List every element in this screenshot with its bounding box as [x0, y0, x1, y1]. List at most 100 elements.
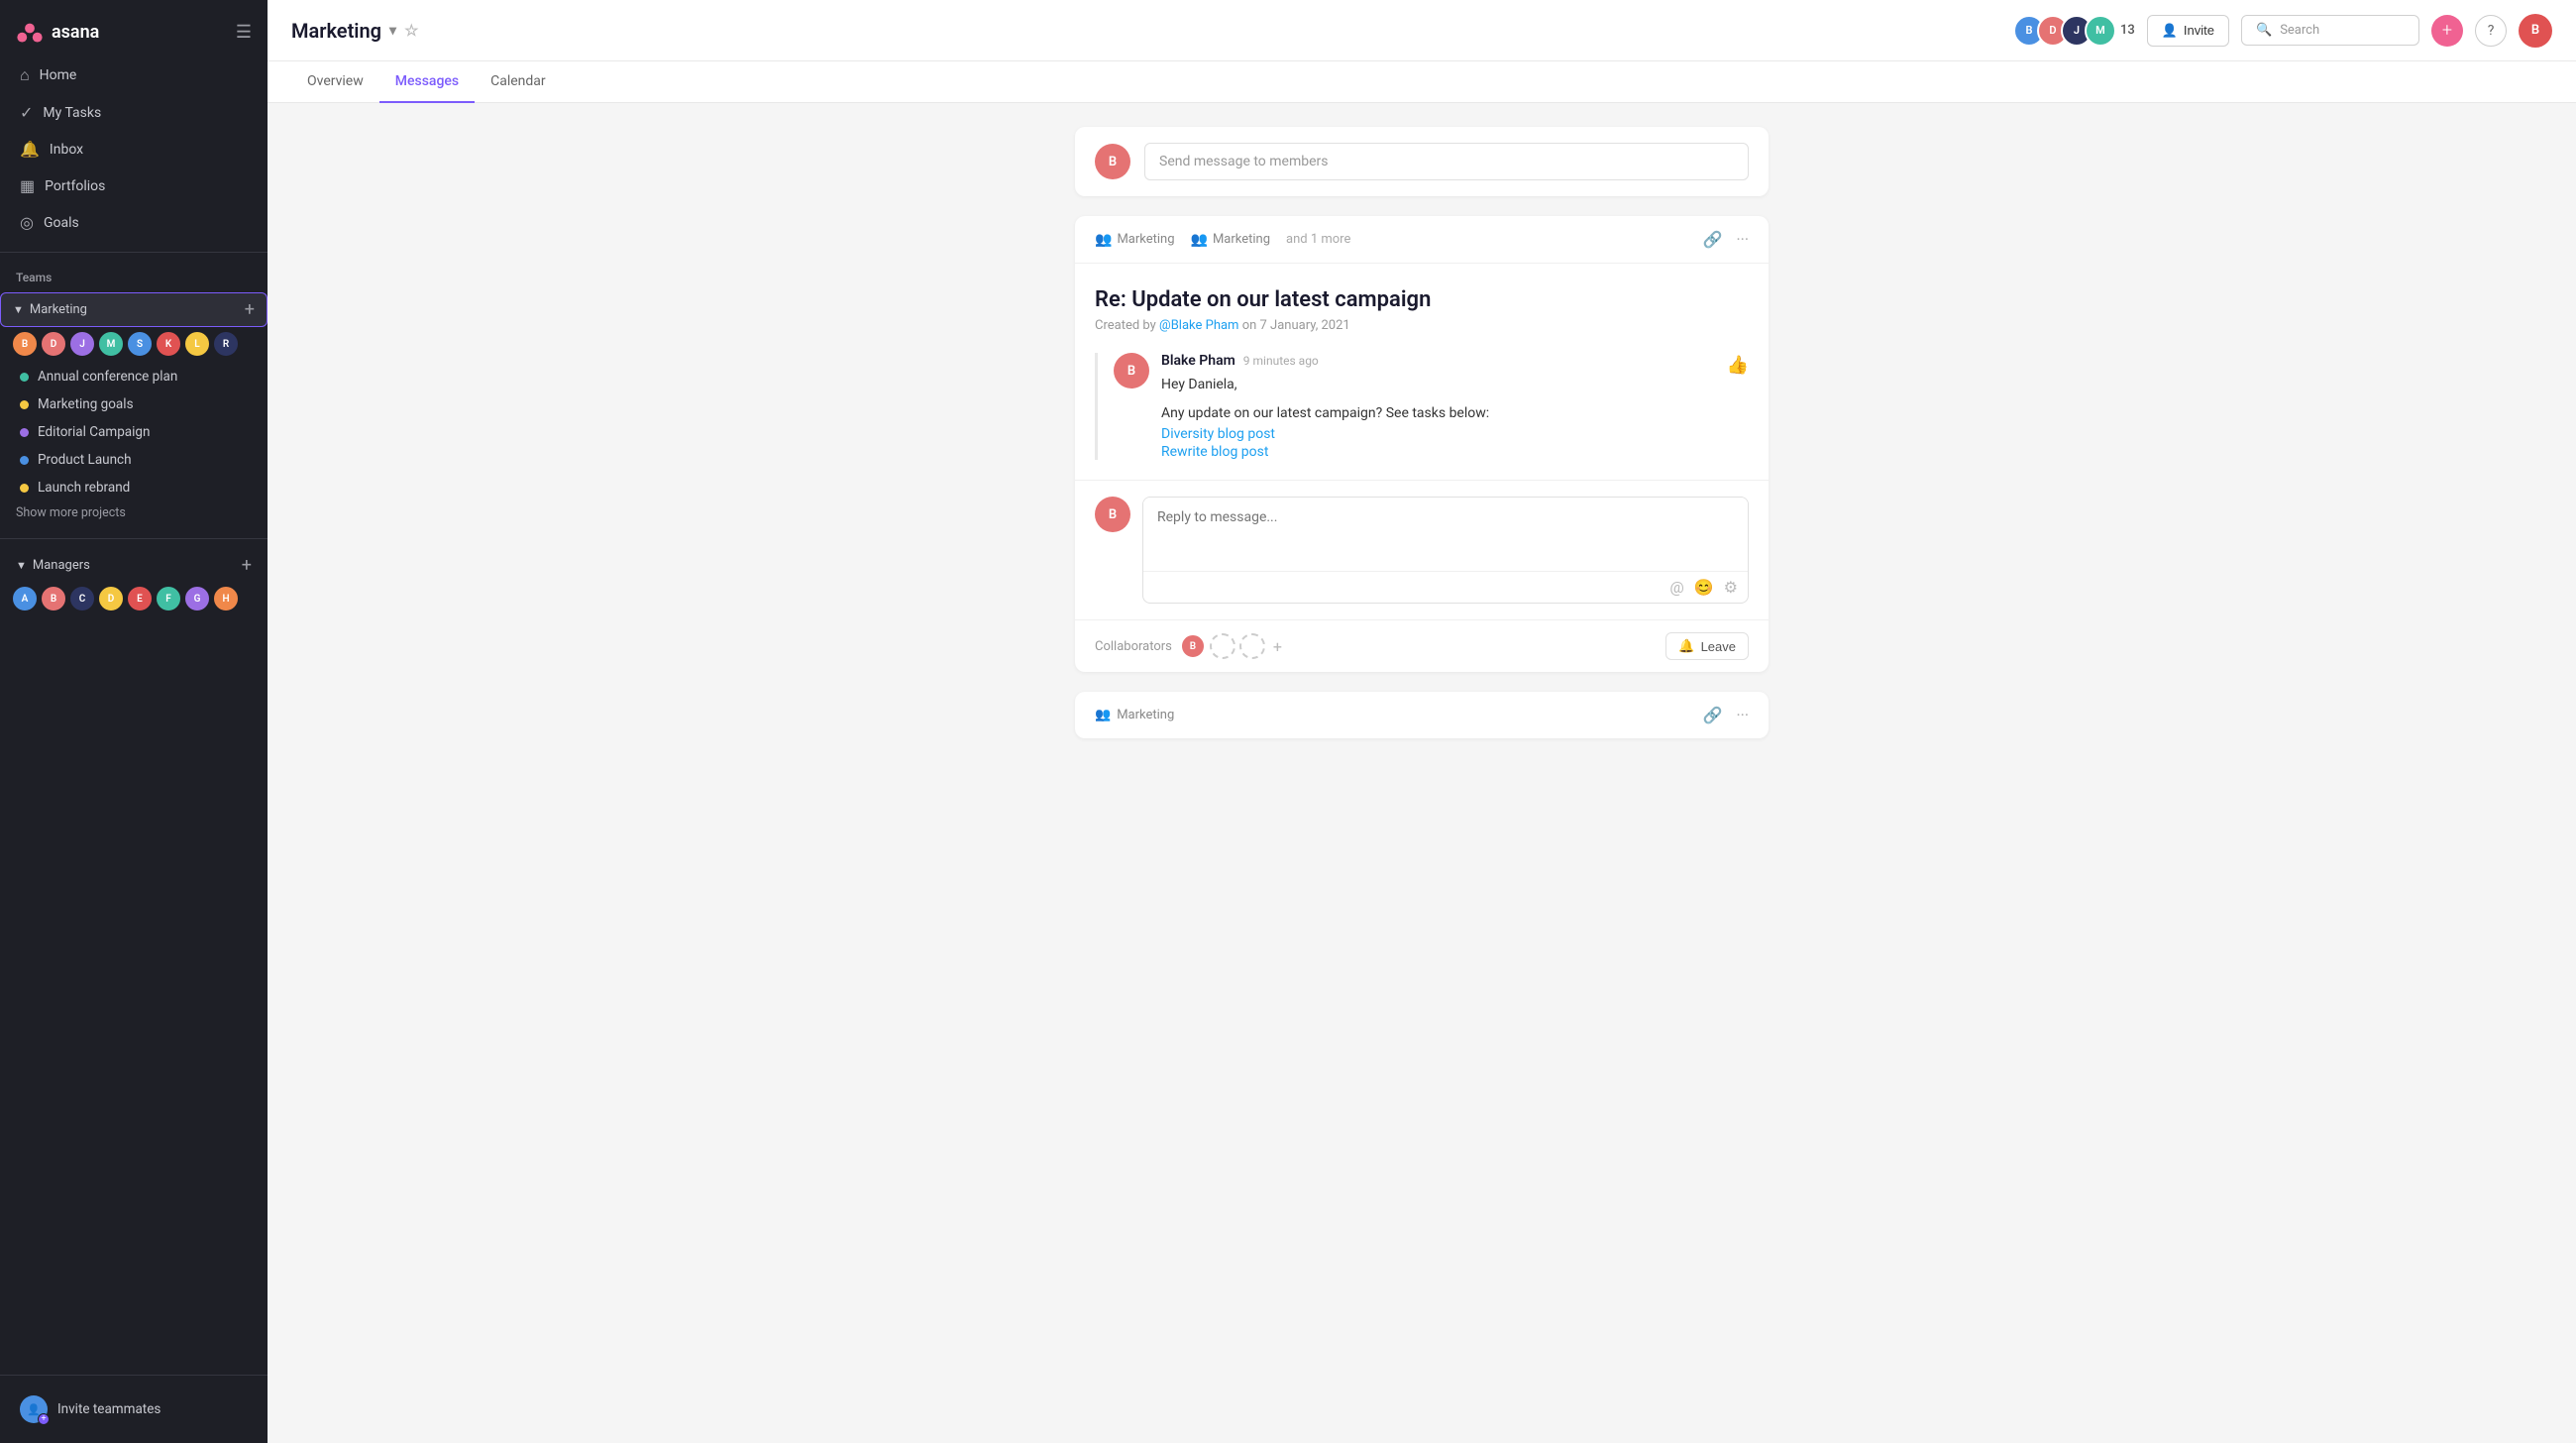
reply-avatar: B: [1095, 497, 1130, 532]
invite-teammates-item[interactable]: 👤 + Invite teammates: [8, 1388, 260, 1431]
topbar-right: B D J M 13 👤 Invite 🔍 Search + ? B: [2021, 14, 2552, 48]
compose-avatar: B: [1095, 144, 1130, 179]
chevron-down-icon: ▼: [13, 303, 24, 316]
people-icon: 👥: [1191, 232, 1208, 248]
sidebar-item-goals[interactable]: ◎ Goals: [8, 205, 260, 240]
message-2-meta: 👥 Marketing 🔗 ···: [1095, 706, 1749, 724]
page-title: Marketing ▾ ☆: [291, 19, 418, 43]
sidebar-header: asana ☰: [0, 0, 268, 57]
collaborators-left: Collaborators B +: [1095, 633, 1282, 659]
goals-icon: ◎: [20, 213, 34, 232]
logo[interactable]: asana: [16, 18, 99, 46]
message-body: Re: Update on our latest campaign Create…: [1075, 264, 1769, 480]
thread-body: Any update on our latest campaign? See t…: [1161, 403, 1715, 424]
emoji-icon[interactable]: 😊: [1694, 578, 1714, 597]
portfolios-icon: ▦: [20, 176, 35, 195]
more-options-icon[interactable]: ···: [1736, 706, 1749, 724]
avatar: G: [184, 586, 210, 611]
team-name: Managers: [33, 558, 90, 573]
meta-group-label: Marketing: [1117, 232, 1174, 247]
message-card-1: 👥 Marketing 👥 Marketing and 1 more 🔗 ···: [1075, 216, 1769, 672]
settings-icon[interactable]: ⚙: [1724, 578, 1738, 597]
help-button[interactable]: ?: [2475, 15, 2507, 47]
add-collaborator-button[interactable]: +: [1273, 637, 1282, 656]
link-icon[interactable]: 🔗: [1703, 706, 1723, 724]
sidebar-item-my-tasks[interactable]: ✓ My Tasks: [8, 95, 260, 130]
tab-overview[interactable]: Overview: [291, 61, 379, 103]
search-box[interactable]: 🔍 Search: [2241, 15, 2419, 46]
sidebar-item-portfolios[interactable]: ▦ Portfolios: [8, 168, 260, 203]
tab-messages[interactable]: Messages: [379, 61, 475, 103]
avatar: F: [156, 586, 181, 611]
invite-plus-icon: +: [38, 1413, 50, 1425]
link-icon[interactable]: 🔗: [1703, 230, 1723, 249]
nav-items: ⌂ Home ✓ My Tasks 🔔 Inbox ▦ Portfolios ◎…: [0, 57, 268, 242]
avatar: M: [98, 331, 124, 357]
sidebar-item-home[interactable]: ⌂ Home: [8, 57, 260, 93]
meta-group-2: 👥 Marketing: [1191, 232, 1271, 248]
avatar: S: [127, 331, 153, 357]
sidebar-item-label: Portfolios: [45, 178, 105, 194]
reply-input-wrap: @ 😊 ⚙: [1142, 497, 1749, 604]
meta-group-label: Marketing: [1213, 232, 1270, 247]
collaborator-avatars: B: [1180, 633, 1265, 659]
project-label: Editorial Campaign: [38, 424, 150, 440]
project-item-annual-conference[interactable]: Annual conference plan: [4, 363, 264, 390]
team-name: Marketing: [30, 302, 87, 317]
task-link-rewrite[interactable]: Rewrite blog post: [1161, 444, 1715, 460]
project-dot: [20, 456, 29, 465]
people-icon: 👥: [1095, 232, 1112, 248]
chevron-down-icon[interactable]: ▾: [389, 23, 396, 39]
home-icon: ⌂: [20, 65, 30, 85]
leave-button[interactable]: 🔔 Leave: [1665, 632, 1749, 660]
like-button[interactable]: 👍: [1727, 353, 1749, 376]
project-item-product-launch[interactable]: Product Launch: [4, 446, 264, 474]
tab-calendar[interactable]: Calendar: [475, 61, 562, 103]
add-team-item[interactable]: +: [242, 555, 252, 576]
project-label: Marketing goals: [38, 396, 134, 412]
reply-input[interactable]: [1143, 498, 1748, 567]
team-marketing-avatars: B D J M S K L R: [0, 327, 268, 363]
sidebar-toggle[interactable]: ☰: [236, 22, 252, 43]
sidebar-item-inbox[interactable]: 🔔 Inbox: [8, 132, 260, 166]
mention-link[interactable]: @Blake Pham: [1159, 318, 1242, 333]
compose-card: B Send message to members: [1075, 127, 1769, 196]
add-button[interactable]: +: [2431, 15, 2463, 47]
search-icon: 🔍: [2256, 23, 2272, 38]
reply-toolbar: @ 😊 ⚙: [1143, 571, 1748, 603]
tabs: Overview Messages Calendar: [268, 61, 2576, 103]
team-managers[interactable]: ▼ Managers +: [4, 549, 264, 582]
avatar: R: [213, 331, 239, 357]
star-icon[interactable]: ☆: [404, 21, 418, 40]
avatar: D: [41, 331, 66, 357]
avatar: J: [69, 331, 95, 357]
task-link-diversity[interactable]: Diversity blog post: [1161, 426, 1715, 442]
message-meta-right: 🔗 ···: [1703, 230, 1749, 249]
project-item-launch-rebrand[interactable]: Launch rebrand: [4, 474, 264, 501]
sidebar-item-label: Goals: [44, 215, 79, 231]
project-item-marketing-goals[interactable]: Marketing goals: [4, 390, 264, 418]
message-thread: B Blake Pham 9 minutes ago Hey Daniela, …: [1095, 353, 1749, 460]
user-avatar[interactable]: B: [2519, 14, 2552, 48]
avatar: D: [98, 586, 124, 611]
search-placeholder: Search: [2280, 23, 2319, 38]
invite-button[interactable]: 👤 Invite: [2147, 15, 2229, 47]
project-item-editorial-campaign[interactable]: Editorial Campaign: [4, 418, 264, 446]
message-created: Created by @Blake Pham on 7 January, 202…: [1095, 318, 1749, 333]
thread-time: 9 minutes ago: [1243, 354, 1319, 368]
more-options-icon[interactable]: ···: [1736, 230, 1749, 249]
at-icon[interactable]: @: [1669, 578, 1683, 597]
main-content: Marketing ▾ ☆ B D J M 13 👤 Invite 🔍 Sear…: [268, 0, 2576, 1443]
project-label: Annual conference plan: [38, 369, 177, 385]
message-2-meta-left: 👥 Marketing: [1095, 708, 1174, 722]
project-dot: [20, 484, 29, 493]
collaborator-avatar-empty: [1239, 633, 1265, 659]
sidebar-item-label: Home: [40, 67, 77, 83]
show-more-projects[interactable]: Show more projects: [0, 501, 268, 524]
avatar: B: [41, 586, 66, 611]
team-marketing[interactable]: ▼ Marketing +: [0, 292, 268, 327]
sidebar: asana ☰ ⌂ Home ✓ My Tasks 🔔 Inbox ▦ Port…: [0, 0, 268, 1443]
message-meta: 👥 Marketing 👥 Marketing and 1 more 🔗 ···: [1075, 216, 1769, 264]
compose-input[interactable]: Send message to members: [1144, 143, 1749, 180]
add-team-item[interactable]: +: [245, 299, 255, 320]
